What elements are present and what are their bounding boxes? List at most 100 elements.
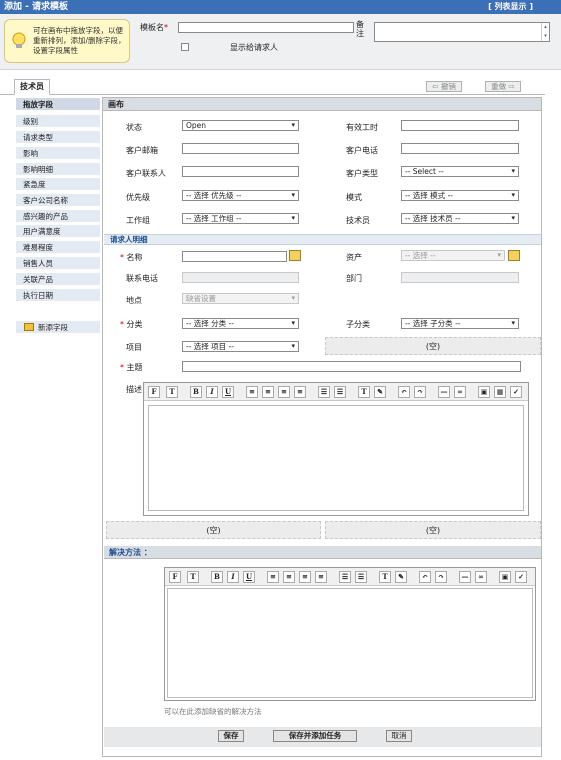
- customer-email-label: 客户邮箱: [126, 146, 158, 155]
- redo-icon[interactable]: ↷: [414, 386, 426, 398]
- image-icon[interactable]: ▣: [499, 571, 511, 583]
- status-label: 状态: [126, 123, 142, 132]
- item-select[interactable]: -- 选择 项目 --: [182, 341, 299, 352]
- save-button[interactable]: 保存: [218, 730, 244, 742]
- customer-email-input[interactable]: [182, 143, 299, 154]
- mode-select[interactable]: -- 选择 模式 --: [401, 190, 519, 201]
- link-icon[interactable]: ∞: [454, 386, 466, 398]
- redo-icon[interactable]: ↷: [435, 571, 447, 583]
- mode-label: 模式: [346, 193, 362, 202]
- font-size-icon[interactable]: T: [187, 571, 199, 583]
- horizontal-rule-icon[interactable]: —: [459, 571, 471, 583]
- highlight-icon[interactable]: ✎: [374, 386, 386, 398]
- sidebar-item-interested-products[interactable]: 感兴趣的产品: [16, 210, 100, 223]
- note-textarea[interactable]: ▴ ▾: [374, 22, 550, 42]
- priority-select[interactable]: -- 选择 优先级 --: [182, 190, 299, 201]
- description-editor[interactable]: F T B I U ≡ ≡ ≡ ≡ ☰ ☰ T ✎ ↶ ↷ — ∞ ▣ ▦ ✓: [143, 382, 529, 516]
- tab-strip: [0, 78, 545, 95]
- sidebar-item-level[interactable]: 级别: [16, 115, 100, 128]
- lightbulb-icon: [12, 32, 26, 48]
- align-left-icon[interactable]: ≡: [246, 386, 258, 398]
- canvas-header: 画布: [103, 98, 541, 111]
- customer-contact-input[interactable]: [182, 166, 299, 177]
- undo-button[interactable]: ⇦ 撤销: [426, 81, 462, 92]
- unordered-list-icon[interactable]: ☰: [334, 386, 346, 398]
- sidebar-item-satisfaction[interactable]: 用户满意度: [16, 225, 100, 238]
- justify-icon[interactable]: ≡: [315, 571, 327, 583]
- underline-icon[interactable]: U: [243, 571, 255, 583]
- work-time-input[interactable]: [401, 120, 519, 131]
- work-time-label: 有效工时: [346, 123, 378, 132]
- bold-icon[interactable]: B: [190, 386, 202, 398]
- tab-technician[interactable]: 技术员: [14, 79, 50, 95]
- list-view-link[interactable]: [ 列表显示 ]: [488, 0, 533, 14]
- italic-icon[interactable]: I: [227, 571, 239, 583]
- description-textarea[interactable]: [148, 405, 524, 511]
- save-and-add-task-button[interactable]: 保存并添加任务: [273, 730, 357, 742]
- align-left-icon[interactable]: ≡: [267, 571, 279, 583]
- subcategory-label: 子分类: [346, 320, 370, 329]
- undo-icon[interactable]: ↶: [419, 571, 431, 583]
- new-field-button[interactable]: 新添字段: [16, 321, 100, 334]
- sidebar-item-customer-company[interactable]: 客户公司名称: [16, 194, 100, 207]
- justify-icon[interactable]: ≡: [294, 386, 306, 398]
- font-size-icon[interactable]: T: [166, 386, 178, 398]
- table-icon[interactable]: ▦: [494, 386, 506, 398]
- location-label: 地点: [126, 296, 142, 305]
- text-color-icon[interactable]: T: [358, 386, 370, 398]
- empty-slot-left[interactable]: (空): [106, 521, 321, 539]
- ordered-list-icon[interactable]: ☰: [339, 571, 351, 583]
- redo-button[interactable]: 重做 ⇨: [485, 81, 521, 92]
- resolution-editor[interactable]: F T B I U ≡ ≡ ≡ ≡ ☰ ☰ T ✎ ↶ ↷ — ∞ ▣ ✓: [164, 567, 536, 701]
- sidebar-item-impact-details[interactable]: 影响明细: [16, 163, 100, 176]
- sidebar-item-difficulty[interactable]: 难易程度: [16, 241, 100, 254]
- subcategory-select[interactable]: -- 选择 子分类 --: [401, 318, 519, 329]
- align-center-icon[interactable]: ≡: [283, 571, 295, 583]
- requester-lookup-icon[interactable]: [289, 250, 301, 261]
- text-color-icon[interactable]: T: [379, 571, 391, 583]
- align-center-icon[interactable]: ≡: [262, 386, 274, 398]
- category-select[interactable]: -- 选择 分类 --: [182, 318, 299, 329]
- location-select[interactable]: 缺省设置: [182, 293, 299, 304]
- underline-icon[interactable]: U: [222, 386, 234, 398]
- empty-slot-right[interactable]: (空): [325, 521, 541, 539]
- highlight-icon[interactable]: ✎: [395, 571, 407, 583]
- bold-icon[interactable]: B: [211, 571, 223, 583]
- sidebar-item-urgency[interactable]: 紧急度: [16, 178, 100, 191]
- sidebar-item-sales-person[interactable]: 销售人员: [16, 257, 100, 270]
- requester-name-input[interactable]: [182, 251, 287, 262]
- font-icon[interactable]: F: [148, 386, 160, 398]
- link-icon[interactable]: ∞: [475, 571, 487, 583]
- spellcheck-icon[interactable]: ✓: [510, 386, 522, 398]
- subject-input[interactable]: [182, 361, 521, 372]
- resolution-hint: 可以在此添加缺省的解决方法: [164, 707, 262, 716]
- show-requester-checkbox[interactable]: [181, 43, 189, 51]
- group-label: 工作组: [126, 216, 150, 225]
- unordered-list-icon[interactable]: ☰: [355, 571, 367, 583]
- italic-icon[interactable]: I: [206, 386, 218, 398]
- horizontal-rule-icon[interactable]: —: [438, 386, 450, 398]
- image-icon[interactable]: ▣: [478, 386, 490, 398]
- spellcheck-icon[interactable]: ✓: [515, 571, 527, 583]
- template-name-input[interactable]: [178, 22, 354, 33]
- customer-type-select[interactable]: -- Select --: [401, 166, 519, 177]
- asset-select[interactable]: -- 选择 --: [401, 250, 505, 261]
- sidebar-item-impact[interactable]: 影响: [16, 147, 100, 160]
- sidebar-item-request-type[interactable]: 请求类型: [16, 131, 100, 144]
- group-select[interactable]: -- 选择 工作组 --: [182, 213, 299, 224]
- asset-lookup-icon[interactable]: [508, 250, 520, 261]
- category-label: * 分类: [120, 320, 143, 329]
- align-right-icon[interactable]: ≡: [299, 571, 311, 583]
- sidebar-item-execution-date[interactable]: 执行日期: [16, 289, 100, 302]
- empty-slot[interactable]: (空): [325, 337, 541, 355]
- align-right-icon[interactable]: ≡: [278, 386, 290, 398]
- cancel-button[interactable]: 取消: [386, 730, 412, 742]
- customer-phone-input[interactable]: [401, 143, 519, 154]
- sidebar-item-related-products[interactable]: 关联产品: [16, 273, 100, 286]
- status-select[interactable]: Open: [182, 120, 299, 131]
- undo-icon[interactable]: ↶: [398, 386, 410, 398]
- font-icon[interactable]: F: [169, 571, 181, 583]
- technician-select[interactable]: -- 选择 技术员 --: [401, 213, 519, 224]
- ordered-list-icon[interactable]: ☰: [318, 386, 330, 398]
- resolution-textarea[interactable]: [167, 588, 533, 698]
